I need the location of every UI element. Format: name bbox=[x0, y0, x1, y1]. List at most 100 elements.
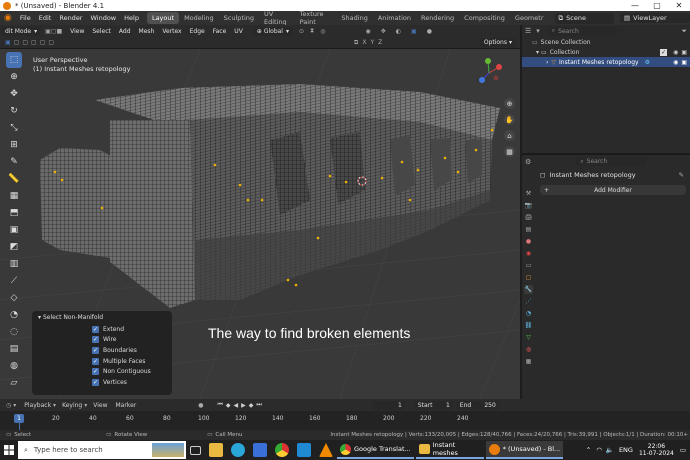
language-indicator[interactable]: ENG bbox=[619, 446, 633, 454]
timeline-ruler[interactable]: 1 20 40 60 80 100 120 140 160 180 200 22… bbox=[0, 411, 690, 430]
option-multiple-faces[interactable]: ✓ Multiple Faces bbox=[32, 356, 172, 367]
operator-redo-panel[interactable]: ▾ Select Non-Manifold ✓ Extend ✓ Wire ✓ Bou… bbox=[32, 311, 172, 395]
taskbar-app-google-translate[interactable]: Google Translat... bbox=[337, 441, 414, 459]
mirror-x-icon[interactable]: X bbox=[362, 39, 366, 46]
select-mode-intersect-icon[interactable]: ▢ bbox=[48, 39, 54, 46]
data-tab-icon[interactable]: ▽ bbox=[524, 333, 533, 342]
render-tab-icon[interactable]: 📷 bbox=[524, 201, 533, 210]
tab-modeling[interactable]: Modeling bbox=[179, 12, 219, 24]
menu-edge[interactable]: Edge bbox=[186, 28, 209, 35]
jump-start-icon[interactable]: ⏮ bbox=[217, 401, 222, 409]
maximize-button[interactable]: ▢ bbox=[646, 1, 668, 10]
collection-tab-icon[interactable]: ▭ bbox=[524, 261, 533, 270]
close-button[interactable]: ✕ bbox=[668, 1, 690, 10]
auto-merge-icon[interactable]: ⧉ bbox=[354, 39, 358, 47]
shear-tool-icon[interactable]: ▱ bbox=[6, 375, 22, 391]
select-box-tool-icon[interactable]: ⬚ bbox=[6, 52, 22, 68]
add-cube-tool-icon[interactable]: ▦ bbox=[6, 188, 22, 204]
vlc-icon[interactable] bbox=[319, 443, 333, 457]
smooth-tool-icon[interactable]: ◌ bbox=[6, 324, 22, 340]
menu-keying[interactable]: Keying bbox=[62, 402, 82, 409]
checkbox-checked-icon[interactable]: ✓ bbox=[92, 336, 99, 344]
tab-animation[interactable]: Animation bbox=[373, 12, 416, 24]
store-icon[interactable] bbox=[253, 443, 267, 457]
chevron-down-icon[interactable]: ▾ bbox=[536, 49, 539, 56]
edge-browser-icon[interactable] bbox=[231, 443, 245, 457]
frame-end-field[interactable]: End 250 bbox=[455, 400, 500, 410]
properties-editor-icon[interactable]: ⚙ bbox=[525, 158, 531, 166]
rotate-tool-icon[interactable]: ↻ bbox=[6, 103, 22, 119]
overlay-toggle-icon[interactable]: ◐ bbox=[396, 28, 401, 35]
menu-uv[interactable]: UV bbox=[230, 28, 247, 35]
inset-tool-icon[interactable]: ▣ bbox=[6, 222, 22, 238]
pan-hand-icon[interactable]: ✋ bbox=[504, 114, 515, 125]
measure-tool-icon[interactable]: 📏 bbox=[6, 171, 22, 187]
option-non-contiguous[interactable]: ✓ Non Contiguous bbox=[32, 366, 172, 377]
transform-orientation-selector[interactable]: ⊕ Global ▾ bbox=[252, 26, 293, 36]
tab-sculpting[interactable]: Sculpting bbox=[219, 12, 259, 24]
outliner-row-collection[interactable]: ▾ ▭ Collection ✓ ◉ ▣ bbox=[522, 47, 690, 57]
face-select-icon[interactable]: ■ bbox=[56, 28, 62, 35]
menu-face[interactable]: Face bbox=[209, 28, 231, 35]
timeline-editor-icon[interactable]: ◷ bbox=[6, 402, 11, 409]
bevel-tool-icon[interactable]: ◩ bbox=[6, 239, 22, 255]
windows-start-icon[interactable] bbox=[0, 441, 18, 459]
taskbar-search-input[interactable]: ⌕ Type here to search bbox=[18, 441, 186, 459]
filter-icon[interactable]: ▾ bbox=[536, 27, 540, 35]
play-reverse-icon[interactable]: ◀ bbox=[234, 402, 239, 409]
clock[interactable]: 22:06 11-07-2024 bbox=[639, 443, 674, 457]
chevron-right-icon[interactable]: › bbox=[546, 59, 548, 66]
add-modifier-button[interactable]: + Add Modifier bbox=[540, 185, 686, 195]
notification-icon[interactable]: ▭ bbox=[680, 446, 686, 454]
minimize-button[interactable]: — bbox=[624, 1, 646, 10]
frame-start-field[interactable]: Start 1 bbox=[413, 400, 454, 410]
checkbox-checked-icon[interactable]: ✓ bbox=[92, 357, 99, 365]
wifi-icon[interactable]: ◠ bbox=[596, 446, 602, 454]
menu-add[interactable]: Add bbox=[115, 28, 135, 35]
menu-edit[interactable]: Edit bbox=[35, 14, 56, 22]
poly-build-tool-icon[interactable]: ◇ bbox=[6, 290, 22, 306]
eye-icon[interactable]: ◉ bbox=[673, 59, 678, 66]
physics-tab-icon[interactable]: ◔ bbox=[524, 309, 533, 318]
menu-mesh[interactable]: Mesh bbox=[135, 28, 159, 35]
options-button[interactable]: Options ▾ bbox=[479, 38, 516, 47]
chevron-down-icon[interactable]: ▾ bbox=[13, 402, 16, 409]
camera-view-icon[interactable]: ⌂ bbox=[504, 130, 515, 141]
menu-timeline-view[interactable]: View bbox=[93, 402, 107, 409]
xray-toggle-icon[interactable]: ▣ bbox=[411, 28, 417, 35]
proportional-edit-icon[interactable]: ◎ bbox=[320, 28, 325, 35]
scene-selector[interactable]: ⧉ Scene bbox=[554, 12, 614, 24]
file-explorer-icon[interactable] bbox=[209, 443, 223, 457]
extrude-tool-icon[interactable]: ⬒ bbox=[6, 205, 22, 221]
option-wire[interactable]: ✓ Wire bbox=[32, 335, 172, 346]
tab-shading[interactable]: Shading bbox=[336, 12, 372, 24]
select-mode-extend-icon[interactable]: ▢ bbox=[22, 39, 28, 46]
tab-geometry-nodes[interactable]: Geometr bbox=[510, 12, 549, 24]
eye-icon[interactable]: ◉ bbox=[673, 49, 678, 56]
move-tool-icon[interactable]: ✥ bbox=[6, 86, 22, 102]
taskbar-app-instant-meshes[interactable]: Instant meshes bbox=[415, 441, 484, 459]
properties-search-input[interactable]: ⌕ Search bbox=[576, 157, 647, 166]
jump-end-icon[interactable]: ⏭ bbox=[256, 401, 261, 409]
funnel-icon[interactable]: ⏷ bbox=[681, 27, 687, 36]
frame-playhead[interactable]: 1 bbox=[14, 414, 24, 423]
scale-tool-icon[interactable]: ⤡ bbox=[6, 120, 22, 136]
camera-icon[interactable]: ▣ bbox=[681, 49, 687, 56]
shading-solid-icon[interactable]: ● bbox=[427, 28, 432, 35]
checkbox-checked-icon[interactable]: ✓ bbox=[92, 368, 99, 376]
record-icon[interactable]: ● bbox=[198, 402, 203, 409]
tab-rendering[interactable]: Rendering bbox=[416, 12, 459, 24]
spin-tool-icon[interactable]: ◔ bbox=[6, 307, 22, 323]
modifier-wrench-icon[interactable]: 🔧 bbox=[524, 285, 533, 294]
chevron-up-icon[interactable]: ⌃ bbox=[586, 446, 591, 454]
select-mode-invert-icon[interactable]: ▢ bbox=[40, 39, 46, 46]
outliner-editor-icon[interactable]: ☰ bbox=[525, 27, 531, 35]
perspective-grid-icon[interactable]: ▦ bbox=[504, 146, 515, 157]
shrink-fatten-tool-icon[interactable]: ◍ bbox=[6, 358, 22, 374]
blender-menu-icon[interactable]: ◉ bbox=[0, 13, 16, 23]
material-tab-icon[interactable]: ◍ bbox=[524, 345, 533, 354]
select-box-icon[interactable]: ▣ bbox=[5, 39, 11, 46]
particles-tab-icon[interactable]: ⋰ bbox=[524, 297, 533, 306]
scene-tab-icon[interactable]: ● bbox=[524, 237, 533, 246]
world-tab-icon[interactable]: ◉ bbox=[524, 249, 533, 258]
